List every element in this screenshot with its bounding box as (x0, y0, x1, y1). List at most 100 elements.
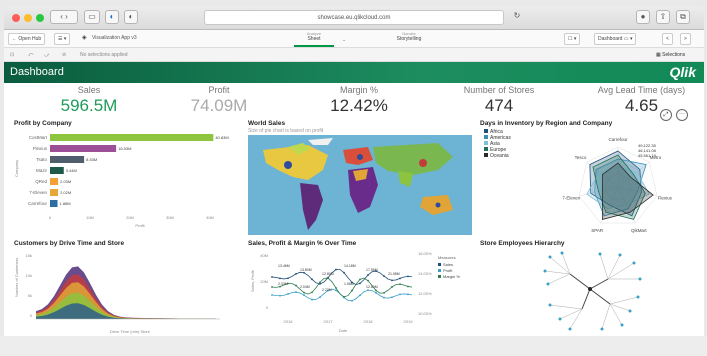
share-icon[interactable]: ⇧ (656, 10, 670, 24)
tab-storytelling[interactable]: Narrate Storytelling (384, 31, 434, 47)
back-selection-icon[interactable]: ⤺ (28, 48, 33, 62)
sales-line-chart[interactable]: 40M 20M 0 16.00% 14.00% 12.00% 10.00% Sales, Pr… (248, 247, 474, 335)
bar (50, 145, 117, 152)
bar-value-label: 1.88M (60, 201, 71, 206)
bar-category-label: QRed (35, 179, 47, 184)
line-series (271, 277, 413, 298)
selection-tool-icon[interactable]: ⊡ (10, 48, 14, 62)
line-value-label: 12.80M (322, 272, 334, 276)
kpi-stores[interactable]: Number of Stores 474 (444, 85, 554, 116)
line-point (335, 289, 337, 292)
line-value-label: 1.56M (344, 282, 354, 286)
x-tick-label: 30M (166, 215, 174, 220)
more-options-icon[interactable]: ··· (676, 109, 688, 121)
bar (50, 156, 85, 163)
line-point (375, 291, 377, 294)
radar-axis-label: QikMart (631, 228, 647, 233)
kpi-margin[interactable]: Margin % 12.42% (304, 85, 414, 116)
account-icon[interactable]: ● (636, 10, 650, 24)
qlik-logo: Qlik (669, 64, 696, 80)
y-tick-label: 10k (26, 273, 32, 278)
kpi-value: 74.09M (190, 96, 248, 115)
legend-swatch (438, 269, 441, 272)
kpi-label: Avg Lead Time (days) (597, 85, 686, 95)
dashboard-dropdown[interactable]: Dashboard ▭ ▾ (594, 33, 637, 45)
browser-toolbar: ‹ › ▭ ◐ ◐ showcase.eu.qlikcloud.com ↻ ● … (4, 6, 704, 30)
line-point (319, 281, 321, 284)
close-window-icon[interactable] (12, 14, 20, 22)
no-selections-text: No selections applied (80, 52, 128, 58)
y2-tick-label: 14.00% (418, 271, 432, 276)
qlik-toolbar: ← Open Hub ☰ ▾ ◈ Visualization App v3 An… (4, 30, 704, 48)
line-point (407, 285, 409, 288)
line-point (279, 294, 281, 297)
bar-value-label: 2.03M (60, 179, 71, 184)
panel-title-inventory: Days in Inventory by Region and Company (480, 120, 613, 127)
profit-bar-chart[interactable]: CostMart 40.83M Flexius 16.53M Tsato 8.53M Maz… (10, 127, 240, 239)
minimize-window-icon[interactable] (24, 14, 32, 22)
line-point (399, 277, 401, 280)
line-point (367, 289, 369, 292)
x-tick-label: 0 (49, 215, 52, 220)
panel-title-employees: Store Employees Hierarchy (480, 240, 565, 247)
line-point (287, 293, 289, 295)
radar-axis-label: Tesco (575, 155, 587, 160)
legend-swatch (438, 263, 441, 266)
zoom-window-icon[interactable] (36, 14, 44, 22)
kpi-label: Margin % (339, 85, 378, 95)
sidebar-icon[interactable]: ▭ (84, 10, 100, 24)
customers-area-chart[interactable]: 15k 10k 5k 0 Number of Customers Drive Time (… (10, 247, 240, 335)
legend-label: Oceania (490, 153, 509, 159)
y-axis-label: Sales, Profit (250, 270, 255, 292)
line-point (271, 294, 273, 296)
line-point (327, 277, 329, 279)
next-sheet-button[interactable]: > (680, 33, 691, 45)
x-tick-label: 2018 (364, 319, 374, 324)
bar (50, 178, 59, 185)
back-forward-button[interactable]: ‹ › (50, 10, 78, 24)
employee-tree[interactable] (530, 249, 650, 333)
line-point (359, 294, 361, 297)
expand-icon[interactable]: ⤢ (660, 109, 672, 121)
open-hub-button[interactable]: ← Open Hub (8, 33, 46, 45)
prev-sheet-button[interactable]: < (662, 33, 673, 45)
bar-value-label: 8.53M (86, 157, 97, 162)
x-axis-label: Date (339, 328, 348, 333)
chevron-down-icon[interactable]: ⌄ (342, 37, 346, 43)
bottom-bar (0, 336, 707, 356)
menu-button[interactable]: ☰ ▾ (54, 33, 71, 45)
world-map[interactable] (248, 135, 472, 235)
url-bar[interactable]: showcase.eu.qlikcloud.com (204, 10, 504, 25)
sheet-header: Dashboard Qlik (4, 62, 704, 83)
panel-title-customers: Customers by Drive Time and Store (14, 240, 125, 247)
clear-selection-icon[interactable]: ⊘ (62, 48, 66, 62)
kpi-sales[interactable]: Sales 596.5M (34, 85, 144, 116)
line-point (367, 279, 369, 282)
radar-chart[interactable]: CarrefourMetroFlexiusQikMartSPAR7-Eleven… (534, 133, 702, 241)
privacy-icon[interactable]: ◐ (105, 10, 119, 24)
selections-bar: ⊡ ⤺ ⤻ ⊘ No selections applied ▦ Selectio… (4, 48, 704, 62)
line-point (271, 276, 273, 278)
y-axis-label: Number of Customers (14, 258, 19, 297)
line-point (383, 291, 385, 294)
kpi-profit[interactable]: Profit 74.09M (164, 85, 274, 116)
line-point (279, 277, 281, 280)
kpi-label: Profit (208, 85, 230, 95)
line-point (391, 286, 393, 288)
bar-category-label: 7-Eleven (29, 190, 47, 195)
legend-label: Profit (443, 268, 453, 273)
tab-sheet[interactable]: Analyze Sheet (294, 31, 334, 47)
forward-selection-icon[interactable]: ⤻ (44, 48, 49, 62)
selections-button[interactable]: ▦ Selections (656, 48, 685, 62)
legend-item[interactable]: Oceania (484, 153, 511, 159)
radar-axis-label: Flexius (658, 196, 673, 201)
bar (50, 167, 64, 174)
x-axis-label: Profit (135, 223, 145, 228)
bookmark-button[interactable]: ☐ ▾ (564, 33, 581, 45)
x-tick-label: 40M (206, 215, 214, 220)
tabs-icon[interactable]: ⧉ (676, 10, 690, 24)
reload-icon[interactable]: ↻ (511, 10, 523, 24)
line-point (351, 299, 353, 302)
y-tick-label: 15k (26, 253, 32, 258)
extension-icon[interactable]: ◐ (124, 10, 138, 24)
